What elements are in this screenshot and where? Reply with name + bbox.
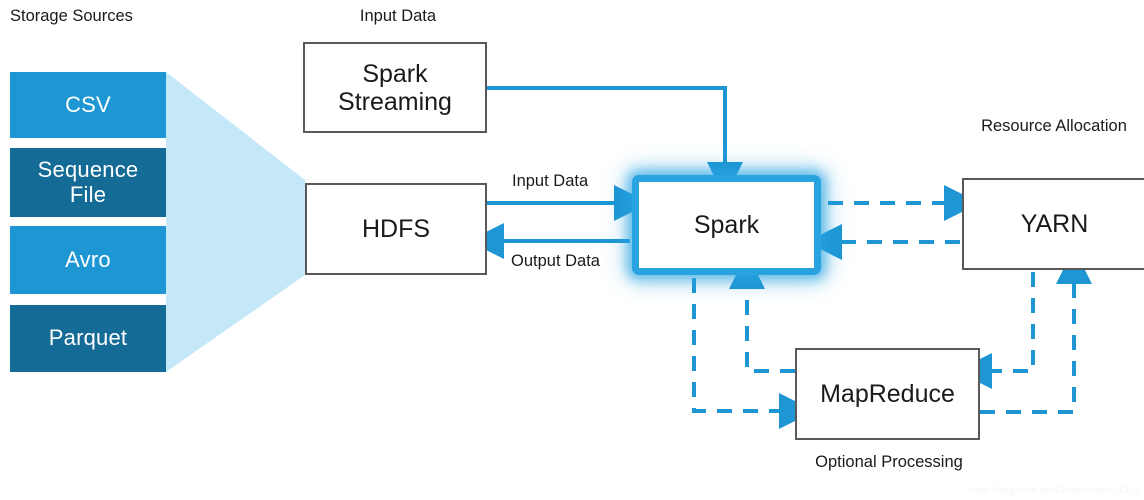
- storage-item-sequence-file: Sequence File: [10, 148, 166, 217]
- node-label: Spark: [693, 211, 760, 239]
- node-spark: Spark: [632, 175, 821, 275]
- spark-streaming-caption: Input Data: [359, 7, 437, 25]
- node-spark-streaming: Spark Streaming: [303, 42, 487, 133]
- storage-item-label: Avro: [65, 246, 111, 272]
- storage-item-avro: Avro: [10, 226, 166, 294]
- node-hdfs: HDFS: [305, 183, 487, 275]
- edge-label-input-data: Input Data: [509, 172, 592, 191]
- diagram-canvas: Storage Sources CSV Sequence File Avro P…: [0, 0, 1144, 500]
- storage-funnel: [166, 72, 305, 372]
- node-mapreduce: MapReduce: [795, 348, 980, 440]
- edge-streaming-to-spark: [485, 86, 743, 198]
- yarn-caption: Resource Allocation: [981, 117, 1127, 135]
- node-label: MapReduce: [820, 380, 955, 408]
- storage-sources-heading: Storage Sources: [10, 7, 133, 25]
- edge-mapreduce-to-spark: [729, 253, 795, 373]
- storage-item-csv: CSV: [10, 72, 166, 138]
- edge-spark-to-mapreduce: [692, 278, 815, 429]
- edge-yarn-to-mapreduce: [956, 272, 1035, 389]
- storage-item-parquet: Parquet: [10, 305, 166, 372]
- storage-item-label: Parquet: [48, 325, 128, 351]
- node-yarn: YARN: [962, 178, 1144, 270]
- node-label: Spark Streaming: [338, 59, 452, 116]
- edge-mapreduce-to-yarn: [980, 248, 1092, 414]
- storage-item-label: CSV: [65, 91, 111, 117]
- storage-item-label: Sequence File: [37, 156, 139, 207]
- watermark-text: https://blog.csdn.net/DreamSeeker_1314: [967, 485, 1139, 495]
- mapreduce-caption: Optional Processing: [815, 453, 963, 471]
- node-label: HDFS: [361, 215, 431, 243]
- edge-label-output-data: Output Data: [508, 252, 603, 271]
- node-label: YARN: [1020, 210, 1089, 238]
